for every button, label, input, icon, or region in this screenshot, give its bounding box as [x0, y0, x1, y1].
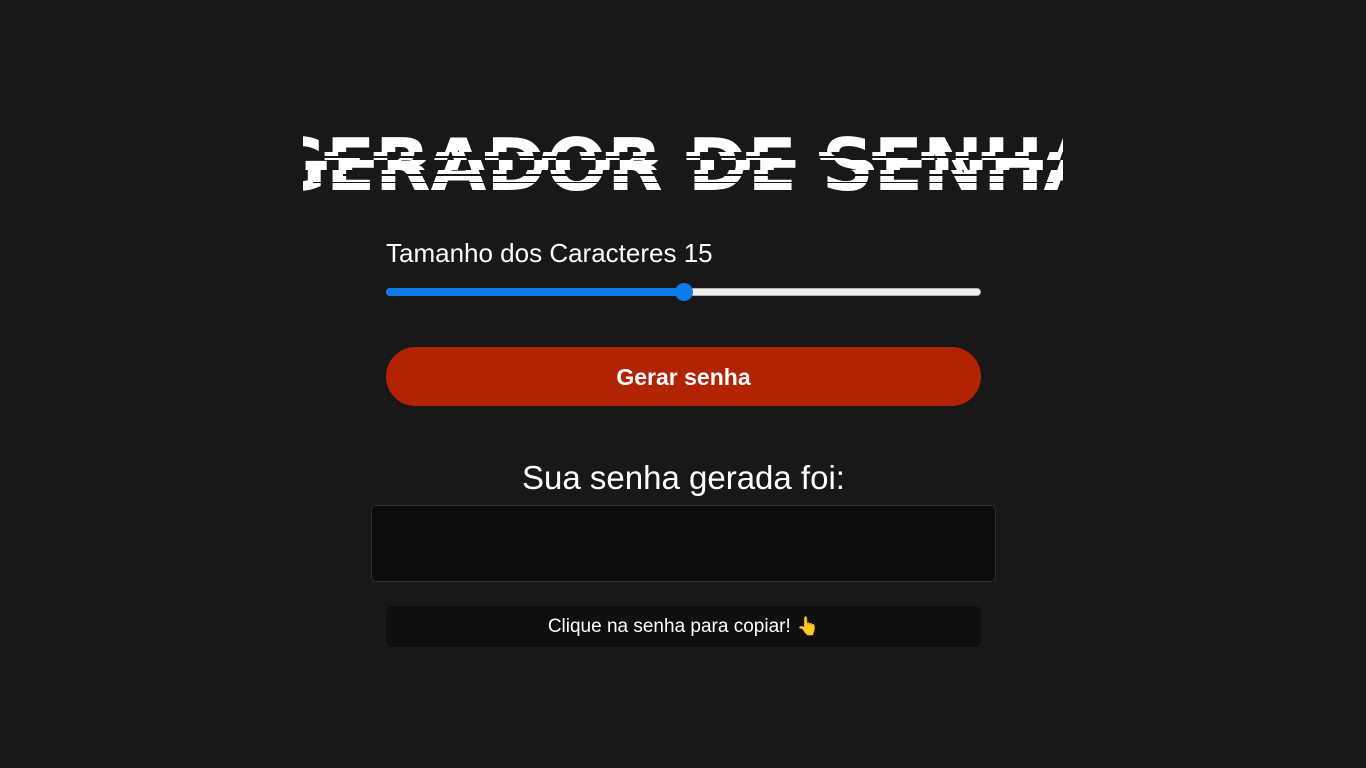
size-slider[interactable] — [386, 283, 981, 301]
slider-thumb[interactable] — [674, 283, 693, 301]
size-value: 15 — [683, 238, 713, 268]
page: GERADOR DE SENHA GERADOR DE SENHA GERADO… — [0, 0, 1366, 768]
logo-graphic: GERADOR DE SENHA GERADOR DE SENHA GERADO… — [303, 123, 1063, 207]
size-label-row: Tamanho dos Caracteres 15 — [386, 230, 981, 276]
generate-password-button[interactable]: Gerar senha — [386, 347, 981, 406]
copy-hint-text: Clique na senha para copiar! — [547, 616, 791, 637]
size-label: Tamanho dos Caracteres — [386, 238, 677, 268]
logo: GERADOR DE SENHA GERADOR DE SENHA GERADO… — [0, 112, 1366, 208]
password-output[interactable] — [371, 505, 996, 582]
slider-fill — [386, 288, 684, 296]
copy-hint: Clique na senha para copiar! 👆 — [386, 606, 981, 647]
result-title: Sua senha gerada foi: — [522, 459, 845, 496]
pointing-hand-icon: 👆 — [796, 616, 820, 636]
generator-panel: Tamanho dos Caracteres 15 Gerar senha Su… — [371, 230, 996, 647]
